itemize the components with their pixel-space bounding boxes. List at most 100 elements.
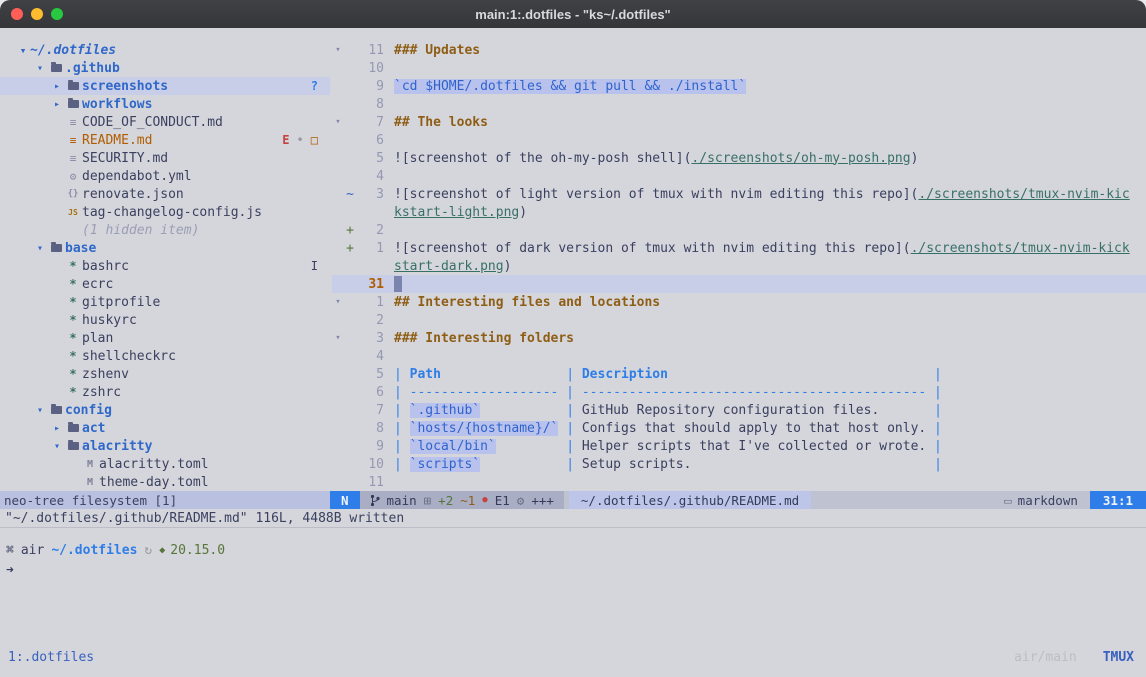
tree-item-act[interactable]: ▸ act xyxy=(0,419,330,437)
line-content: | `local/bin` | Helper scripts that I've… xyxy=(384,439,942,454)
editor-line[interactable]: 9| `local/bin` | Helper scripts that I'v… xyxy=(332,437,1146,455)
text-segment: ## The looks xyxy=(394,115,488,130)
git-status-segment: main ⊞ +2 ~1 ● E1 ⚙ +++ xyxy=(360,491,564,509)
line-number: 6 xyxy=(356,385,384,400)
editor-line[interactable]: ▾11### Updates xyxy=(332,41,1146,59)
indent xyxy=(16,320,50,321)
tree-item-dependabot-yml[interactable]: ⚙dependabot.yml xyxy=(0,167,330,185)
indent xyxy=(16,482,67,483)
editor-line[interactable]: 10 xyxy=(332,59,1146,77)
close-button[interactable] xyxy=(11,8,23,20)
chevron-down-icon[interactable]: ▾ xyxy=(33,405,47,416)
link-text: ./screenshots/tmux-nvim-kic xyxy=(918,187,1129,202)
editor-line[interactable]: ▾3### Interesting folders xyxy=(332,329,1146,347)
shell-input[interactable]: ➜ xyxy=(6,560,1146,580)
fold-marker-icon[interactable]: ▾ xyxy=(332,45,344,55)
editor-line[interactable]: 9`cd $HOME/.dotfiles && git pull && ./in… xyxy=(332,77,1146,95)
tree-item-screenshots[interactable]: ▸screenshots? xyxy=(0,77,330,95)
tree-item-alacritty-toml[interactable]: Malacritty.toml xyxy=(0,455,330,473)
line-number: 2 xyxy=(356,223,384,238)
fold-marker-icon[interactable]: ▾ xyxy=(332,297,344,307)
tree-item-workflows[interactable]: ▸workflows xyxy=(0,95,330,113)
diagnostic-count: E1 xyxy=(495,493,510,508)
chevron-down-icon[interactable]: ▾ xyxy=(33,63,47,74)
editor-line[interactable]: 8 xyxy=(332,95,1146,113)
text-segment: Configs that should apply to that host o… xyxy=(582,421,926,436)
tree-item-code-of-conduct-md[interactable]: ≡CODE_OF_CONDUCT.md xyxy=(0,113,330,131)
chevron-down-icon[interactable]: ▾ xyxy=(50,441,64,452)
editor-line[interactable]: 6 xyxy=(332,131,1146,149)
editor-line[interactable]: 8| `hosts/{hostname}/` | Configs that sh… xyxy=(332,419,1146,437)
tree-item-dotfiles[interactable]: ▾~/.dotfiles xyxy=(0,41,330,59)
tree-item-github[interactable]: ▾.github xyxy=(0,59,330,77)
tree-item-renovate-json[interactable]: {}renovate.json xyxy=(0,185,330,203)
tree-item-label: shellcheckrc xyxy=(82,349,176,364)
tree-item-base[interactable]: ▾base xyxy=(0,239,330,257)
editor-line[interactable]: 10| `scripts` | Setup scripts. | xyxy=(332,455,1146,473)
chevron-right-icon[interactable]: ▸ xyxy=(50,81,64,92)
editor-line[interactable]: 11 xyxy=(332,473,1146,491)
editor-line[interactable]: ▾7## The looks xyxy=(332,113,1146,131)
tree-item-zshrc[interactable]: *zshrc xyxy=(0,383,330,401)
editor-line[interactable]: 4 xyxy=(332,347,1146,365)
folder-glyph xyxy=(68,442,79,450)
indent xyxy=(16,338,50,339)
git-sign: + xyxy=(344,241,356,256)
chevron-right-icon[interactable]: ▸ xyxy=(50,423,64,434)
tmux-window-tab[interactable]: 1:.dotfiles xyxy=(8,650,94,665)
tree-item-label: act xyxy=(82,421,105,436)
line-content: start-dark.png) xyxy=(384,259,511,274)
editor-line[interactable]: 5| Path | Description | xyxy=(332,365,1146,383)
modified-mark: □ xyxy=(311,133,318,147)
tree-item-shellcheckrc[interactable]: *shellcheckrc xyxy=(0,347,330,365)
shell-pane[interactable]: ⌘ air ~/.dotfiles ↻ ◆ 20.15.0 ➜ xyxy=(0,527,1146,643)
tree-item-gitprofile[interactable]: *gitprofile xyxy=(0,293,330,311)
chevron-down-icon[interactable]: ▾ xyxy=(16,44,30,57)
zoom-button[interactable] xyxy=(51,8,63,20)
editor-line[interactable]: ~3![screenshot of light version of tmux … xyxy=(332,185,1146,203)
editor-line[interactable]: +1![screenshot of dark version of tmux w… xyxy=(332,239,1146,257)
editor-line[interactable]: 4 xyxy=(332,167,1146,185)
editor-line[interactable]: +2 xyxy=(332,221,1146,239)
tree-item-label: theme-day.toml xyxy=(99,475,209,490)
tree-item-huskyrc[interactable]: *huskyrc xyxy=(0,311,330,329)
tree-item-plan[interactable]: *plan xyxy=(0,329,330,347)
fold-marker-icon[interactable]: ▾ xyxy=(332,333,344,343)
tree-item-ecrc[interactable]: *ecrc xyxy=(0,275,330,293)
tree-item-config[interactable]: ▾config xyxy=(0,401,330,419)
editor-line[interactable]: kstart-light.png) xyxy=(332,203,1146,221)
tree-item-label: alacritty xyxy=(82,439,152,454)
editor-buffer[interactable]: ▾11### Updates109`cd $HOME/.dotfiles && … xyxy=(330,28,1146,491)
chevron-down-icon[interactable]: ▾ xyxy=(33,243,47,254)
mode-indicator: N xyxy=(330,491,360,509)
tmux-statusbar: 1:.dotfiles air/main TMUX xyxy=(0,643,1146,677)
tree-item-alacritty[interactable]: ▾ alacritty xyxy=(0,437,330,455)
inline-code: `scripts` xyxy=(410,457,480,472)
text-segment: | xyxy=(394,439,410,454)
tree-item-zshenv[interactable]: *zshenv xyxy=(0,365,330,383)
tree-item-theme-day-toml[interactable]: Mtheme-day.toml xyxy=(0,473,330,491)
tree-item-tag-changelog-config-js[interactable]: JStag-changelog-config.js xyxy=(0,203,330,221)
tmux-right: air/main TMUX xyxy=(1014,650,1134,665)
fold-marker-icon[interactable]: ▾ xyxy=(332,117,344,127)
tree-item-bashrc[interactable]: *bashrcI xyxy=(0,257,330,275)
tree-item-readme-md[interactable]: ≡README.mdE•□ xyxy=(0,131,330,149)
tree-item-security-md[interactable]: ≡SECURITY.md xyxy=(0,149,330,167)
line-number: 11 xyxy=(356,43,384,58)
editor-line[interactable]: start-dark.png) xyxy=(332,257,1146,275)
editor-line[interactable]: 31 xyxy=(332,275,1146,293)
editor-line[interactable]: 6| ------------------- | ---------------… xyxy=(332,383,1146,401)
editor-line[interactable]: 2 xyxy=(332,311,1146,329)
editor-line[interactable]: 5![screenshot of the oh-my-posh shell](.… xyxy=(332,149,1146,167)
info-mark: I xyxy=(311,259,318,273)
line-content: | `hosts/{hostname}/` | Configs that sho… xyxy=(384,421,942,436)
editor-line[interactable]: ▾1## Interesting files and locations xyxy=(332,293,1146,311)
chevron-right-icon[interactable]: ▸ xyxy=(50,99,64,110)
text-segment: | xyxy=(394,367,410,382)
editor-line[interactable]: 7| `.github` | GitHub Repository configu… xyxy=(332,401,1146,419)
indent xyxy=(16,284,50,285)
titlebar[interactable]: main:1:.dotfiles - "ks~/.dotfiles" xyxy=(0,0,1146,28)
tree-item-1-hidden-item[interactable]: (1 hidden item) xyxy=(0,221,330,239)
text-segment: | xyxy=(394,403,410,418)
minimize-button[interactable] xyxy=(31,8,43,20)
